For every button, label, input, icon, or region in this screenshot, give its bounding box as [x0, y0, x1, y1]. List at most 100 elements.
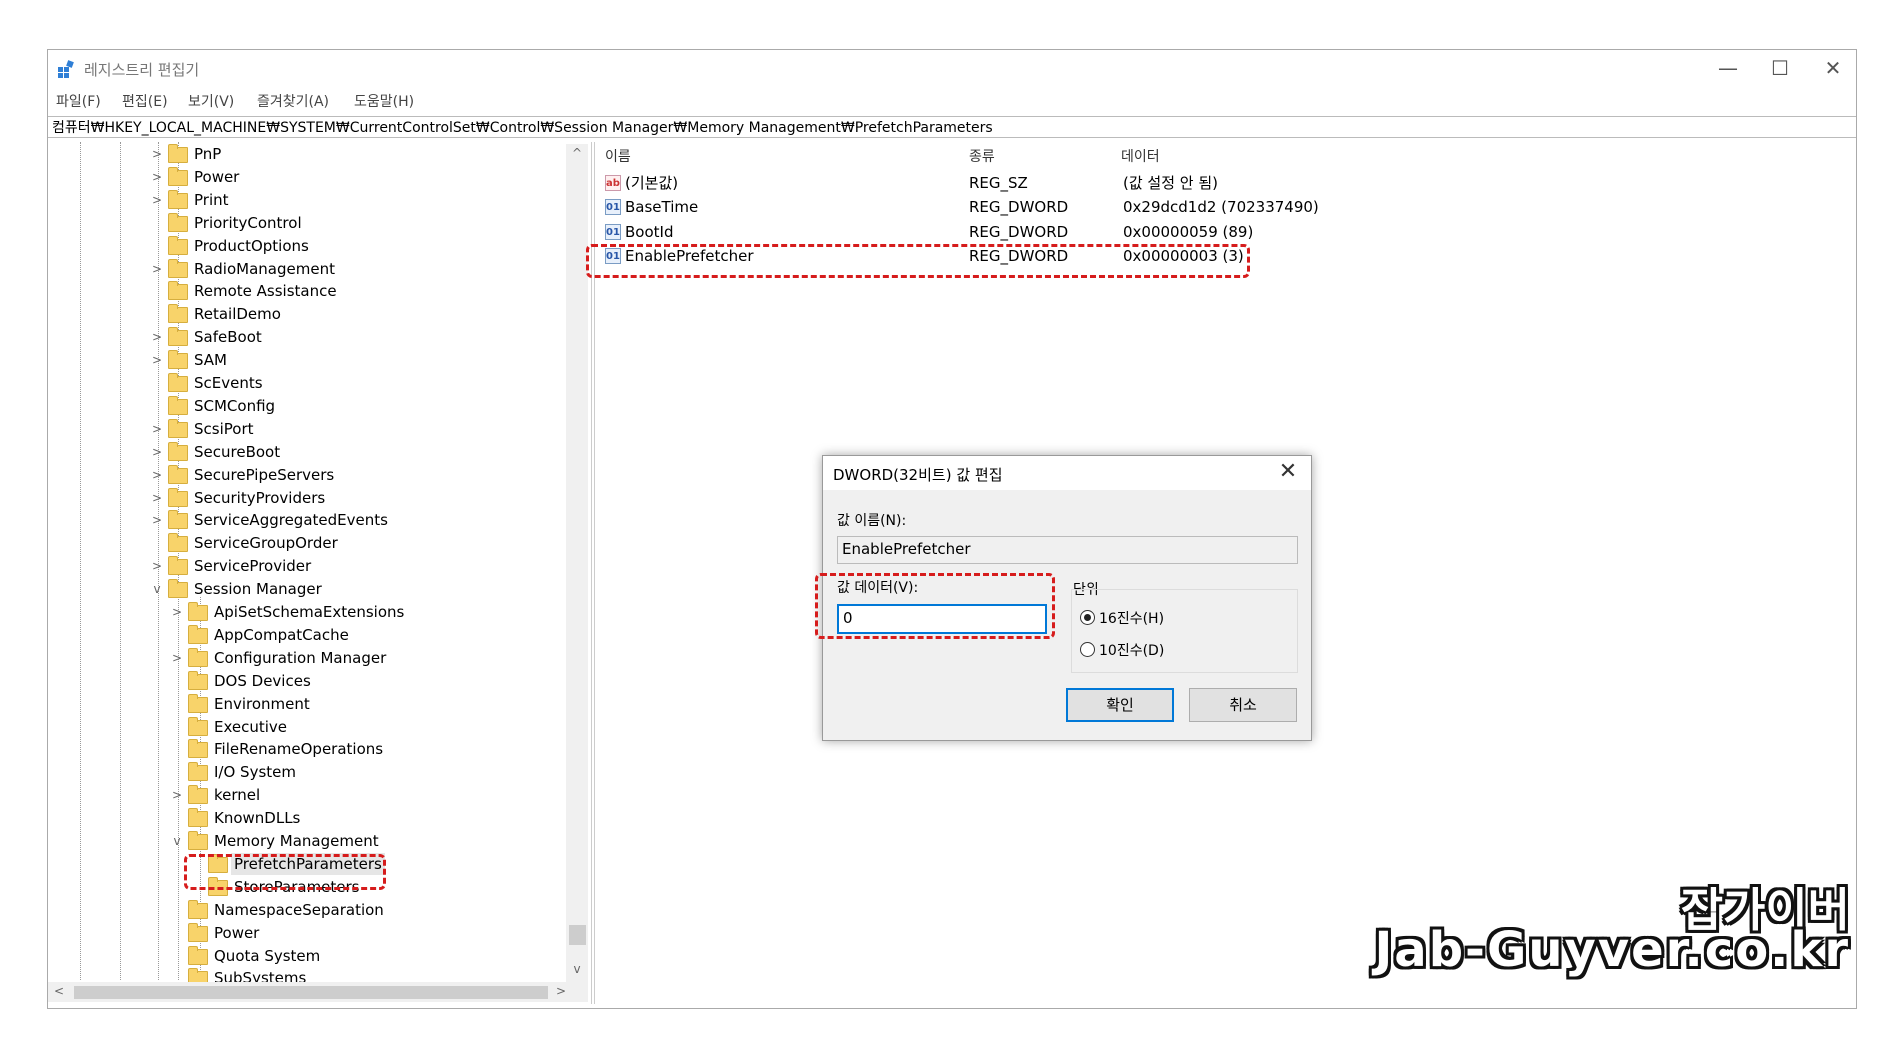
radio-unselected-icon[interactable] [1080, 642, 1095, 657]
menu-view[interactable]: 보기(V) [188, 91, 234, 111]
address-bar[interactable]: 컴퓨터₩HKEY_LOCAL_MACHINE₩SYSTEM₩CurrentCon… [48, 116, 1856, 138]
dialog-title-bar: DWORD(32비트) 값 편집 ✕ [823, 456, 1311, 490]
folder-icon [168, 281, 188, 301]
highlight-prefetchparameters-key [184, 854, 386, 890]
radio-decimal[interactable]: 10진수(D) [1080, 640, 1164, 660]
chevron-right-icon[interactable]: > [170, 647, 184, 669]
folder-icon [168, 166, 188, 186]
highlight-enableprefetcher-row [586, 244, 1250, 278]
folder-icon [188, 647, 208, 667]
tree-vertical-scrollbar[interactable]: ^ v [566, 144, 588, 982]
tree-guide-line [120, 142, 121, 980]
tree-node-label: RadioManagement [194, 259, 335, 278]
window-title: 레지스트리 편집기 [84, 61, 200, 79]
registry-editor-icon [58, 60, 74, 78]
tree-node-label: Quota System [214, 946, 321, 965]
menu-help[interactable]: 도움말(H) [354, 91, 414, 111]
scroll-down-arrow-icon[interactable]: v [570, 962, 584, 976]
folder-icon [168, 533, 188, 553]
tree-node-label: Print [194, 190, 229, 209]
cancel-button[interactable]: 취소 [1189, 688, 1297, 722]
folder-icon [168, 235, 188, 255]
tree-node-label: Session Manager [194, 580, 322, 599]
tree-node-label: ServiceGroupOrder [194, 534, 338, 553]
value-data: 0x29dcd1d2 (702337490) [1123, 198, 1319, 217]
highlight-value-data [815, 573, 1055, 639]
menu-favorites[interactable]: 즐겨찾기(A) [257, 91, 329, 111]
tree-node-label: I/O System [214, 763, 296, 782]
tree-horizontal-scroll-thumb[interactable] [74, 986, 548, 999]
tree-node-label: SAM [194, 351, 228, 370]
tree-node-label: SecurePipeServers [194, 465, 335, 484]
tree-node-label: ScEvents [194, 374, 263, 392]
tree-node-label: Remote Assistance [194, 282, 337, 301]
folder-icon [168, 510, 188, 530]
chevron-right-icon[interactable]: > [150, 464, 164, 486]
ok-button[interactable]: 확인 [1066, 688, 1174, 722]
menu-file[interactable]: 파일(F) [56, 91, 101, 111]
tree-node-label: Power [194, 167, 240, 186]
chevron-right-icon[interactable]: > [150, 326, 164, 348]
chevron-down-icon[interactable]: v [150, 578, 164, 600]
tree-node-label: SecureBoot [194, 442, 281, 461]
folder-icon [188, 899, 208, 919]
chevron-right-icon[interactable]: > [150, 143, 164, 165]
tree-node-label: KnownDLLs [214, 809, 301, 828]
maximize-button[interactable]: ☐ [1757, 54, 1803, 82]
tree-node-label: DOS Devices [214, 671, 311, 690]
radio-dec-label: 10진수(D) [1099, 643, 1165, 659]
folder-icon [188, 670, 208, 690]
folder-icon [188, 602, 208, 621]
folder-icon [168, 556, 188, 576]
tree-node-label: ServiceProvider [194, 557, 312, 576]
chevron-right-icon[interactable]: > [150, 258, 164, 280]
menu-edit[interactable]: 편집(E) [122, 91, 168, 111]
folder-icon [168, 144, 188, 163]
dialog-close-button[interactable]: ✕ [1273, 459, 1303, 484]
close-button[interactable]: ✕ [1810, 54, 1856, 82]
chevron-right-icon[interactable]: > [150, 441, 164, 463]
folder-icon [168, 395, 188, 415]
dialog-title: DWORD(32비트) 값 편집 [833, 466, 1003, 484]
chevron-right-icon[interactable]: > [150, 418, 164, 440]
folder-icon [168, 487, 188, 507]
folder-icon [188, 762, 208, 782]
value-name: BootId [625, 222, 674, 241]
chevron-down-icon[interactable]: v [170, 830, 184, 852]
folder-icon [168, 441, 188, 461]
chevron-right-icon[interactable]: > [150, 166, 164, 188]
folder-icon [188, 945, 208, 965]
folder-icon [188, 624, 208, 644]
value-data: (값 설정 안 됨) [1123, 174, 1219, 192]
folder-icon [168, 189, 188, 209]
value-name-field[interactable]: EnablePrefetcher [837, 536, 1298, 564]
tree-node-label: Executive [214, 717, 288, 736]
folder-icon [188, 808, 208, 828]
scroll-right-arrow-icon[interactable]: > [554, 984, 568, 998]
tree-vertical-scroll-thumb[interactable] [569, 925, 586, 945]
column-header-name[interactable]: 이름 [605, 146, 631, 166]
chevron-right-icon[interactable]: > [150, 555, 164, 577]
column-header-type[interactable]: 종류 [969, 146, 995, 166]
folder-icon [188, 739, 208, 759]
chevron-right-icon[interactable]: > [150, 509, 164, 531]
tree-node-label: PnP [194, 145, 222, 163]
scroll-up-arrow-icon[interactable]: ^ [570, 146, 584, 160]
tree-node-label: FileRenameOperations [214, 740, 384, 759]
chevron-right-icon[interactable]: > [170, 601, 184, 623]
minimize-button[interactable]: — [1705, 54, 1751, 82]
folder-icon [168, 212, 188, 232]
folder-icon [188, 693, 208, 713]
tree-node-label: ProductOptions [194, 236, 309, 255]
folder-icon [188, 831, 208, 850]
scroll-left-arrow-icon[interactable]: < [52, 984, 66, 998]
chevron-right-icon[interactable]: > [150, 349, 164, 371]
chevron-right-icon[interactable]: > [170, 784, 184, 806]
chevron-right-icon[interactable]: > [150, 487, 164, 509]
column-header-data[interactable]: 데이터 [1121, 146, 1160, 166]
chevron-right-icon[interactable]: > [150, 189, 164, 211]
tree-horizontal-scrollbar[interactable]: < > [48, 982, 588, 1002]
radio-hexadecimal[interactable]: 16진수(H) [1080, 608, 1164, 628]
menu-bar: 파일(F) 편집(E) 보기(V) 즐겨찾기(A) 도움말(H) [48, 88, 1856, 112]
radio-selected-icon[interactable] [1080, 610, 1095, 625]
